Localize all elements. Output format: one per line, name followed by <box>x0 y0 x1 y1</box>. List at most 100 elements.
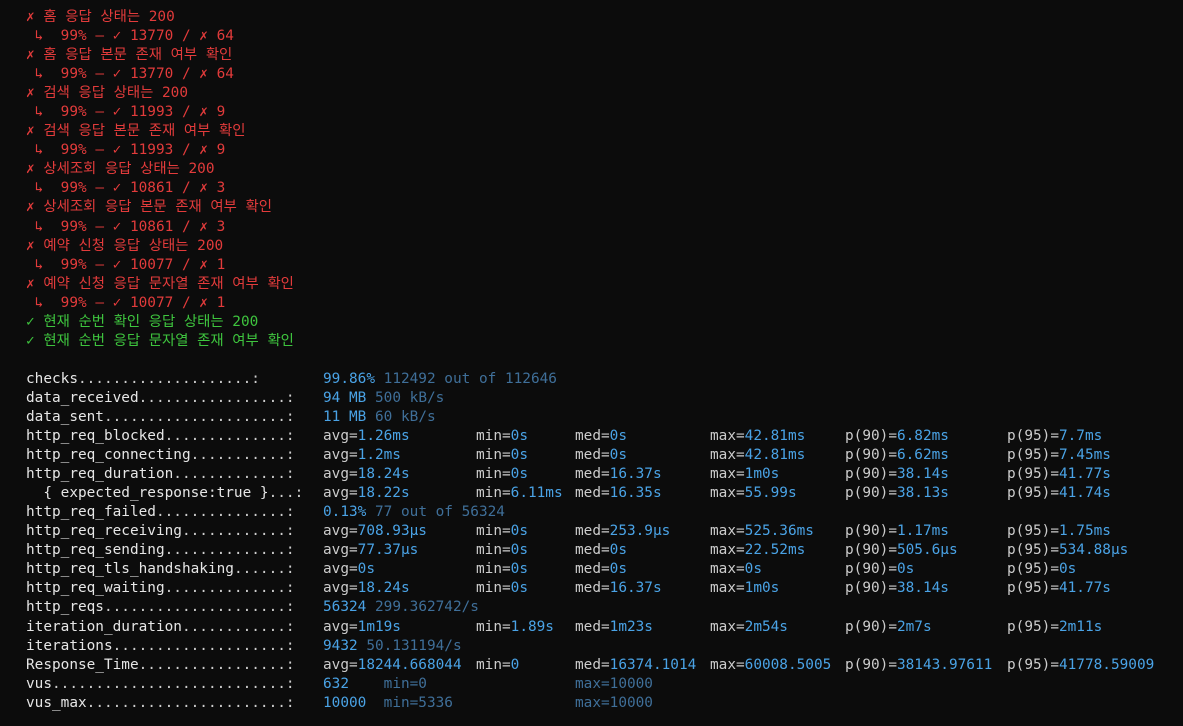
fail-mark-icon: ✗ <box>26 85 35 102</box>
stat-value: 0s <box>896 561 915 578</box>
metric-leader-dots: ...............: <box>155 504 295 521</box>
metric-row: http_req_blocked..............: avg=1.26m… <box>26 427 1183 446</box>
metric-stat: min=0s <box>476 560 528 579</box>
secondary-value: 60 kB/s <box>375 408 436 425</box>
metric-row: http_req_tls_handshaking......: avg=0s min… <box>26 560 1183 579</box>
stat-value: 42.81ms <box>744 447 806 464</box>
metric-stat: p(95)=41.77s <box>1007 579 1111 598</box>
metric-name: http_req_tls_handshaking <box>26 561 234 578</box>
stat-key: min= <box>476 447 511 464</box>
metric-stat: p(95)=534.88µs <box>1007 541 1128 560</box>
stat-value: 0s <box>510 428 528 445</box>
stat-key: p(95)= <box>1007 618 1059 635</box>
stat-value: 0s <box>1058 561 1077 578</box>
stat-key: avg= <box>323 542 358 559</box>
check-detail-text: ↳ 99% — ✓ 10077 / ✗ 1 <box>34 256 226 273</box>
metric-primary-value: 56324 299.362742/s <box>323 598 479 617</box>
fail-mark-icon: ✗ <box>26 199 35 216</box>
metric-stat: min=0s <box>476 446 528 465</box>
stat-value: 1.75ms <box>1058 523 1111 540</box>
metric-stat: min=1.89s <box>476 618 554 637</box>
stat-key: min= <box>476 580 511 597</box>
metric-stat: max=1m0s <box>710 465 779 484</box>
metric-leader-dots: ..............: <box>164 542 295 559</box>
stat-key: p(95)= <box>1007 656 1059 673</box>
metric-stat: p(90)=1.17ms <box>845 522 949 541</box>
metric-leader-dots: ..............: <box>164 428 295 445</box>
metric-row: iteration_duration............: avg=1m19s… <box>26 618 1183 637</box>
check-label: 검색 응답 상태는 200 <box>43 85 189 102</box>
stat-value: 7.7ms <box>1058 428 1103 445</box>
tertiary-value: max=10000 <box>575 675 653 692</box>
secondary-value: min=0 <box>383 675 427 692</box>
stat-value: 0s <box>510 447 528 464</box>
stat-key: avg= <box>323 428 358 445</box>
metric-stat: max=0s <box>710 560 762 579</box>
stat-key: med= <box>575 428 610 445</box>
metric-label: http_req_duration.............: <box>26 465 295 484</box>
stat-value: 42.81ms <box>744 428 806 445</box>
check-detail-text: ↳ 99% — ✓ 13770 / ✗ 64 <box>34 28 234 45</box>
check-detail: ↳ 99% — ✓ 10077 / ✗ 1 <box>26 256 1183 275</box>
stat-key: med= <box>575 447 610 464</box>
metric-stat: min=0s <box>476 579 528 598</box>
metric-stat: avg=708.93µs <box>323 522 427 541</box>
metric-stat: max=2m54s <box>710 618 788 637</box>
stat-value: 38.13s <box>896 485 949 502</box>
stat-value: 0s <box>510 542 528 559</box>
stat-key: avg= <box>323 618 358 635</box>
check-detail: ↳ 99% — ✓ 10077 / ✗ 1 <box>26 294 1183 313</box>
metric-stat: med=16.37s <box>575 579 662 598</box>
stat-value: 77.37µs <box>357 542 419 559</box>
metric-label: Response_Time.................: <box>26 656 295 675</box>
stat-key: p(90)= <box>845 561 897 578</box>
metric-row: Response_Time.................: avg=18244… <box>26 656 1183 675</box>
metric-stat: avg=1.26ms <box>323 427 410 446</box>
stat-key: p(90)= <box>845 542 897 559</box>
primary-value: 99.86% <box>323 370 375 387</box>
stat-key: med= <box>575 656 610 673</box>
metric-stat: max=42.81ms <box>710 446 805 465</box>
stat-key: med= <box>575 523 610 540</box>
metric-primary-value: 632 min=0 <box>323 675 427 694</box>
metric-leader-dots: ....................: <box>77 370 260 387</box>
metric-leader-dots: ....................: <box>112 637 295 654</box>
stat-value: 505.6µs <box>896 542 958 559</box>
metric-primary-value: 0.13% 77 out of 56324 <box>323 503 505 522</box>
metric-stat: med=1m23s <box>575 618 653 637</box>
metric-name: http_req_connecting <box>26 447 191 464</box>
metric-stat: max=525.36ms <box>710 522 814 541</box>
stat-key: max= <box>710 523 745 540</box>
check-line-fail: ✗ 검색 응답 본문 존재 여부 확인 <box>26 122 1183 141</box>
stat-value: 55.99s <box>744 485 797 502</box>
check-detail: ↳ 99% — ✓ 11993 / ✗ 9 <box>26 141 1183 160</box>
tertiary-value: max=10000 <box>575 694 653 711</box>
metric-label: data_sent.....................: <box>26 408 295 427</box>
stat-key: p(95)= <box>1007 485 1059 502</box>
check-detail-text: ↳ 99% — ✓ 10861 / ✗ 3 <box>34 180 226 197</box>
check-label: 현재 순번 응답 문자열 존재 여부 확인 <box>43 332 294 349</box>
metric-stat: med=16.35s <box>575 484 662 503</box>
stat-key: min= <box>476 656 511 673</box>
stat-value: 1m23s <box>609 618 653 635</box>
metric-stat: med=16.37s <box>575 465 662 484</box>
secondary-value: 50.131194/s <box>366 637 462 654</box>
metric-leader-dots: .....................: <box>103 408 295 425</box>
metric-stat: max=60008.5005 <box>710 656 831 675</box>
check-label: 상세조회 응답 상태는 200 <box>43 161 215 178</box>
stat-key: min= <box>476 485 511 502</box>
metric-leader-dots: .......................: <box>86 694 295 711</box>
metric-stat: med=0s <box>575 541 627 560</box>
terminal-output: ✗ 홈 응답 상태는 200 ↳ 99% — ✓ 13770 / ✗ 64 ✗ 홈… <box>26 8 1183 713</box>
metric-name: iterations <box>26 637 113 654</box>
stat-value: 18.22s <box>357 485 410 502</box>
stat-value: 1.17ms <box>896 523 949 540</box>
stat-key: p(90)= <box>845 523 897 540</box>
stat-key: max= <box>710 485 745 502</box>
stat-value: 0s <box>510 466 528 483</box>
stat-key: p(95)= <box>1007 523 1059 540</box>
stat-value: 18244.668044 <box>357 656 462 673</box>
primary-value: 11 MB <box>323 408 367 425</box>
stat-value: 0s <box>609 447 627 464</box>
